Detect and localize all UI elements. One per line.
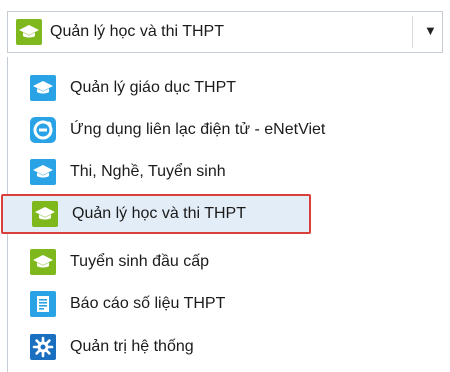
menu-item-quan-ly-hoc-va-thi[interactable]: Quản lý học và thi THPT (1, 194, 311, 234)
graduation-cap-icon (30, 249, 56, 275)
menu-item-label: Thi, Nghề, Tuyển sinh (70, 163, 226, 180)
menu-item-label: Ứng dụng liên lạc điện tử - eNetViet (70, 121, 326, 138)
menu-item-bao-cao-so-lieu[interactable]: Báo cáo số liệu THPT (30, 289, 225, 319)
graduation-cap-icon (30, 159, 56, 185)
select-divider (412, 16, 413, 48)
caret-down-icon[interactable]: ▼ (424, 23, 437, 38)
module-dropdown-list: Quản lý giáo dục THPT Ứng dụng liên lạc … (1, 57, 444, 372)
menu-item-label: Báo cáo số liệu THPT (70, 295, 226, 312)
menu-item-label: Quản lý giáo dục THPT (70, 79, 237, 96)
menu-item-tuyen-sinh-dau-cap[interactable]: Tuyển sinh đầu cấp (30, 247, 209, 277)
enetviet-icon (30, 117, 56, 143)
graduation-cap-icon (30, 75, 56, 101)
menu-item-enetviet[interactable]: Ứng dụng liên lạc điện tử - eNetViet (30, 115, 325, 145)
module-select[interactable]: Quản lý học và thi THPT ▼ (7, 11, 443, 53)
gear-icon (30, 334, 56, 360)
graduation-cap-icon (32, 201, 58, 227)
menu-item-quan-ly-giao-duc[interactable]: Quản lý giáo dục THPT (30, 73, 236, 103)
menu-item-label: Quản trị hệ thống (70, 338, 194, 355)
menu-item-label: Tuyển sinh đầu cấp (70, 253, 210, 270)
menu-item-thi-nghe-tuyen-sinh[interactable]: Thi, Nghề, Tuyển sinh (30, 157, 226, 187)
menu-item-label: Quản lý học và thi THPT (72, 205, 246, 222)
menu-item-quan-tri-he-thong[interactable]: Quản trị hệ thống (30, 332, 194, 362)
graduation-cap-icon (16, 19, 42, 45)
select-current-label: Quản lý học và thi THPT (50, 23, 224, 40)
document-icon (30, 291, 56, 317)
